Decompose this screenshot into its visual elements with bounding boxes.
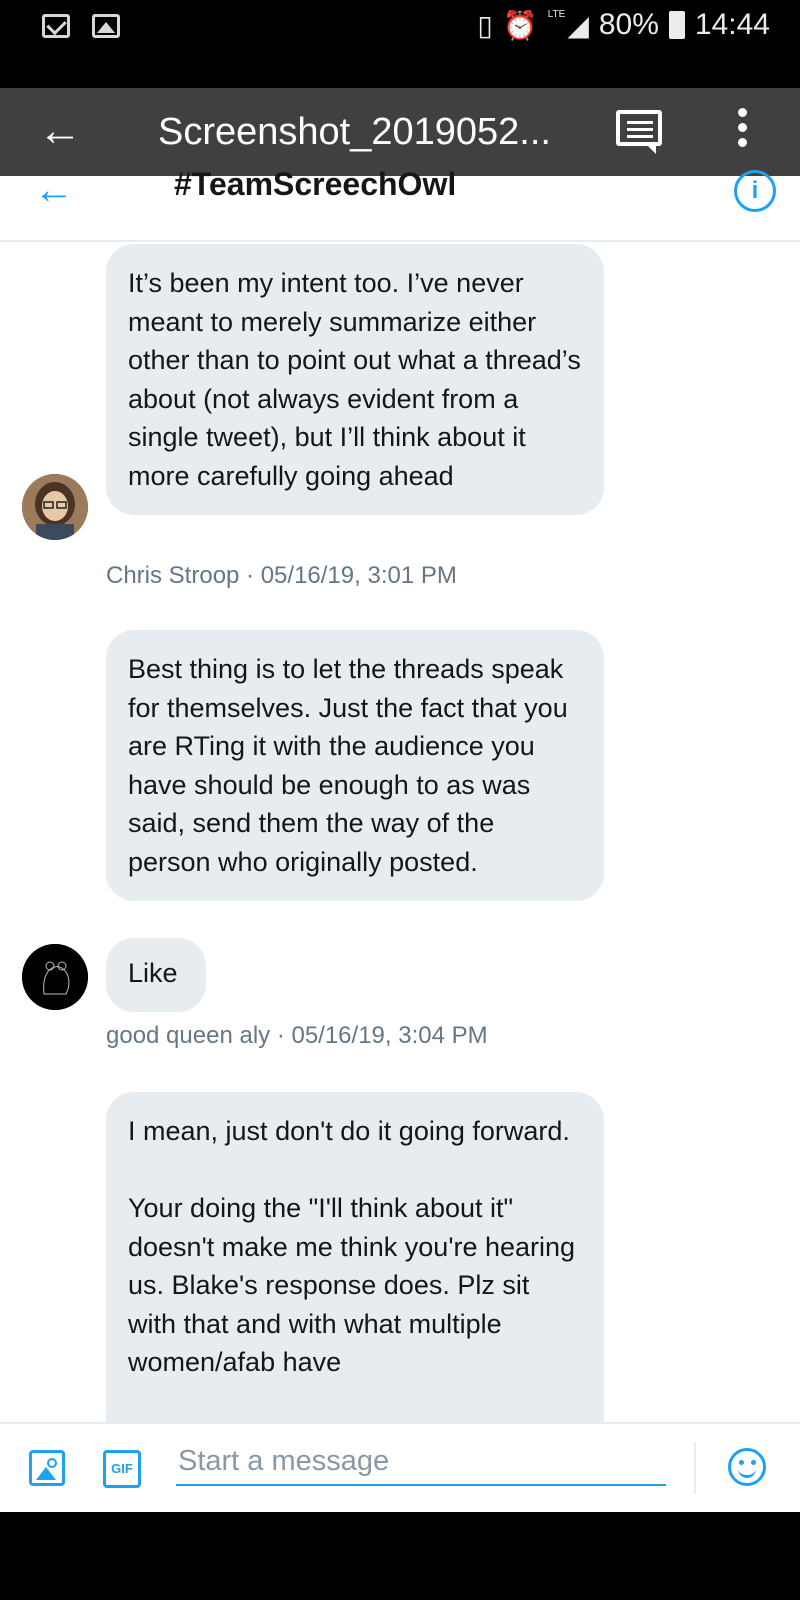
emoji-icon[interactable] xyxy=(728,1448,766,1486)
conversation-title: #TeamScreechOwl xyxy=(174,166,457,202)
comment-icon[interactable] xyxy=(616,110,662,154)
more-options-icon[interactable] xyxy=(738,108,750,153)
message-meta: Chris Stroop · 05/16/19, 3:01 PM xyxy=(106,562,457,589)
navigation-bar xyxy=(0,1512,800,1600)
message-meta: good queen aly · 05/16/19, 3:04 PM xyxy=(106,1022,488,1049)
gmail-icon xyxy=(42,14,70,38)
lte-label: LTE xyxy=(547,9,566,20)
avatar[interactable] xyxy=(22,474,88,540)
gallery-icon xyxy=(92,14,120,38)
alarm-icon: ⏰ xyxy=(502,9,538,41)
message-composer: GIF xyxy=(0,1422,800,1514)
message-bubble[interactable]: Like xyxy=(106,938,206,1012)
info-icon[interactable]: i xyxy=(734,170,776,212)
message-bubble[interactable]: It’s been my intent too. I’ve never mean… xyxy=(106,244,604,515)
message-input[interactable] xyxy=(176,1438,666,1486)
divider xyxy=(694,1442,696,1494)
back-arrow-icon[interactable]: ← xyxy=(38,106,82,156)
message-bubble[interactable]: I mean, just don't do it going forward. … xyxy=(106,1092,604,1422)
back-arrow-icon[interactable]: ← xyxy=(34,168,74,213)
viewer-title: Screenshot_2019052... xyxy=(158,111,551,153)
image-icon[interactable] xyxy=(29,1450,65,1486)
clock: 14:44 xyxy=(694,8,770,41)
avatar[interactable] xyxy=(22,944,88,1010)
signal-icon: ◢ xyxy=(567,9,589,41)
gif-icon[interactable]: GIF xyxy=(103,1450,141,1488)
vibrate-icon: ▯ xyxy=(477,9,493,41)
message-bubble[interactable]: Best thing is to let the threads speak f… xyxy=(106,630,604,901)
status-bar: ▯ ⏰ LTE ◢ 80% 14:44 xyxy=(0,0,800,88)
viewer-toolbar: ← Screenshot_2019052... xyxy=(0,88,800,176)
battery-percent: 80% xyxy=(598,8,659,41)
battery-icon xyxy=(668,11,685,39)
conversation-header: ← #TeamScreechOwl i xyxy=(0,166,800,242)
message-list[interactable]: It’s been my intent too. I’ve never mean… xyxy=(0,242,800,1422)
